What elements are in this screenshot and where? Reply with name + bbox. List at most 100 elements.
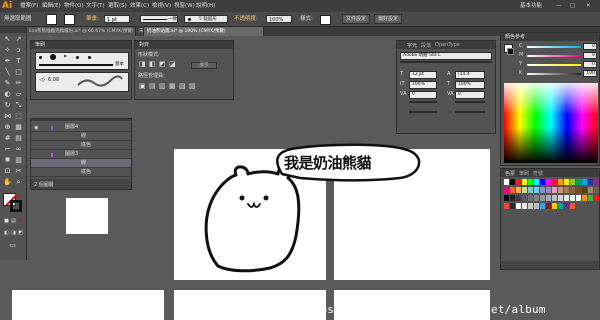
preferences-button[interactable]: 偏好設定 bbox=[374, 14, 402, 24]
maximize-button[interactable]: □ bbox=[570, 0, 575, 12]
color-swatch[interactable] bbox=[558, 195, 563, 201]
color-swatch[interactable] bbox=[510, 195, 515, 201]
color-swatch[interactable] bbox=[552, 203, 557, 209]
tab-brushes[interactable]: 筆刷 bbox=[519, 170, 529, 177]
rectangle-tool-icon[interactable]: □ bbox=[14, 68, 23, 77]
color-swatch[interactable] bbox=[558, 187, 563, 193]
color-swatch[interactable] bbox=[528, 187, 533, 193]
opacity-field[interactable]: 100% bbox=[266, 15, 292, 23]
scale-tool-icon[interactable]: ⤡ bbox=[14, 101, 23, 110]
color-swatch[interactable] bbox=[546, 203, 551, 209]
tools-panel-grip[interactable] bbox=[0, 27, 26, 33]
channel-y-field[interactable]: 0 bbox=[583, 61, 597, 68]
color-swatch[interactable] bbox=[570, 203, 575, 209]
color-swatch[interactable] bbox=[546, 187, 551, 193]
rotation-field[interactable] bbox=[455, 111, 485, 113]
stroke-indicator[interactable] bbox=[10, 200, 22, 212]
pathfinder-outline-icon[interactable]: ▧ bbox=[179, 82, 186, 90]
color-swatch[interactable] bbox=[504, 195, 509, 201]
font-style-field[interactable] bbox=[400, 61, 492, 63]
draw-inside-icon[interactable]: ◩ bbox=[16, 229, 25, 238]
color-swatch[interactable] bbox=[522, 203, 527, 209]
color-swatch[interactable] bbox=[564, 179, 569, 185]
shape-mode-intersect-icon[interactable]: ◩ bbox=[159, 60, 166, 68]
color-stroke-swatch[interactable] bbox=[507, 48, 514, 55]
brush-dot-4-icon[interactable] bbox=[76, 56, 79, 59]
opacity-label[interactable]: 不透明度: bbox=[234, 12, 258, 26]
paintbrush-tool-icon[interactable]: ✎ bbox=[3, 79, 12, 88]
color-swatch[interactable] bbox=[594, 187, 599, 193]
hand-tool-icon[interactable]: ✋ bbox=[3, 178, 12, 187]
screen-mode-icon[interactable]: ▭ bbox=[8, 241, 17, 250]
color-swatch[interactable] bbox=[534, 187, 539, 193]
color-swatch[interactable] bbox=[564, 203, 569, 209]
color-swatch[interactable] bbox=[546, 195, 551, 201]
pathfinder-divide-icon[interactable]: ▣ bbox=[139, 82, 146, 90]
channel-c-field[interactable]: 0 bbox=[583, 43, 597, 50]
document-tab-2[interactable]: 未命名-1* @ 66.67% (CMYK/預覽) bbox=[136, 27, 144, 36]
artboard-tool-icon[interactable]: ⊡ bbox=[3, 167, 12, 176]
color-swatch[interactable] bbox=[510, 203, 515, 209]
type-tool-icon[interactable]: T bbox=[14, 57, 23, 66]
menu-effect[interactable]: 效果(C) bbox=[130, 0, 149, 12]
color-swatch[interactable] bbox=[594, 195, 599, 201]
color-swatch[interactable] bbox=[570, 179, 575, 185]
pen-tool-icon[interactable]: ✒ bbox=[3, 57, 12, 66]
fill-color-swatch[interactable] bbox=[46, 14, 57, 25]
color-swatch[interactable] bbox=[522, 179, 527, 185]
tab-swatches[interactable]: 色票 bbox=[505, 170, 515, 177]
color-swatch[interactable] bbox=[582, 187, 587, 193]
graph-tool-icon[interactable]: ▥ bbox=[14, 156, 23, 165]
brush-list[interactable]: 基本 bbox=[35, 52, 129, 70]
brush-panel-title[interactable]: 筆刷 bbox=[31, 41, 131, 49]
color-swatch[interactable] bbox=[576, 187, 581, 193]
color-swatch[interactable] bbox=[504, 179, 509, 185]
color-swatch[interactable] bbox=[516, 195, 521, 201]
width-tool-icon[interactable]: ⋈ bbox=[3, 112, 12, 121]
slice-tool-icon[interactable]: ✂ bbox=[14, 167, 23, 176]
line-tool-icon[interactable]: ╲ bbox=[3, 68, 12, 77]
color-swatch[interactable] bbox=[576, 179, 581, 185]
tab-symbols[interactable]: 符號 bbox=[533, 170, 543, 177]
shape-mode-unite-icon[interactable]: ◨ bbox=[139, 60, 146, 68]
color-swatch[interactable] bbox=[588, 187, 593, 193]
color-swatch[interactable] bbox=[534, 179, 539, 185]
blend-tool-icon[interactable]: ∞ bbox=[14, 145, 23, 154]
color-swatch[interactable] bbox=[558, 179, 563, 185]
menu-edit[interactable]: 編輯(E) bbox=[42, 0, 61, 12]
pathfinder-trim-icon[interactable]: ▤ bbox=[149, 82, 156, 90]
tsume-field[interactable] bbox=[409, 101, 437, 103]
menu-type[interactable]: 文字(T) bbox=[86, 0, 105, 12]
pencil-tool-icon[interactable]: ✏ bbox=[14, 79, 23, 88]
brush-dot-5-icon[interactable] bbox=[88, 56, 91, 59]
color-swatch[interactable] bbox=[582, 179, 587, 185]
zoom-tool-icon[interactable]: ⌕ bbox=[14, 178, 23, 187]
stroke-color-swatch[interactable] bbox=[64, 14, 75, 25]
color-swatch[interactable] bbox=[522, 195, 527, 201]
color-swatch[interactable] bbox=[510, 187, 515, 193]
magic-wand-tool-icon[interactable]: ✧ bbox=[3, 46, 12, 55]
document-tab-active[interactable]: 奶油熊貼圖.ai* @ 100% (CMYK/預覽) bbox=[144, 27, 264, 36]
align-tab[interactable]: 對齊 bbox=[135, 41, 233, 49]
eyedropper-tool-icon[interactable]: ⌐ bbox=[3, 145, 12, 154]
vertical-scale-field[interactable]: 100% bbox=[409, 81, 437, 89]
workspace-switcher[interactable]: 基本功能 bbox=[520, 0, 542, 12]
color-panel-title[interactable]: 顏色參考 bbox=[501, 33, 599, 41]
layer-row-line-a[interactable]: 線 bbox=[31, 132, 131, 141]
color-swatch[interactable] bbox=[534, 203, 539, 209]
brush-dot-1-icon[interactable] bbox=[39, 56, 42, 59]
channel-m-slider[interactable] bbox=[527, 55, 581, 57]
color-swatch[interactable] bbox=[582, 195, 587, 201]
close-button[interactable]: ✕ bbox=[586, 0, 591, 12]
perspective-grid-tool-icon[interactable]: ▦ bbox=[14, 123, 23, 132]
color-swatch[interactable] bbox=[540, 179, 545, 185]
color-swatch[interactable] bbox=[540, 187, 545, 193]
stroke-weight-field[interactable]: 1 pt bbox=[104, 15, 130, 23]
font-family-field[interactable]: Adobe 明體 Std L bbox=[400, 52, 492, 60]
channel-y-slider[interactable] bbox=[527, 64, 581, 66]
none-mode-icon[interactable]: ⊘ bbox=[16, 217, 25, 226]
brush-dot-2-icon[interactable] bbox=[50, 54, 56, 60]
color-swatch[interactable] bbox=[528, 203, 533, 209]
menu-select[interactable]: 選取(S) bbox=[108, 0, 127, 12]
direct-selection-tool-icon[interactable]: ↗ bbox=[14, 35, 23, 44]
